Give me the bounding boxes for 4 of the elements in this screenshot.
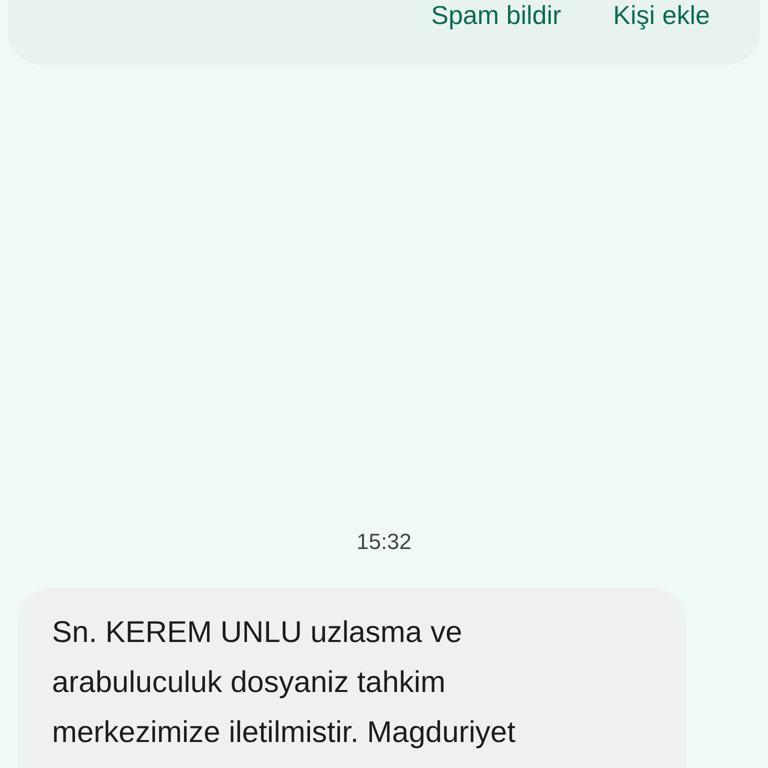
message-timestamp: 15:32 — [356, 528, 412, 556]
action-button[interactable]: Spam bildir — [425, 0, 568, 30]
message-text: Sn. KEREM UNLU uzlasma ve arabuluculuk dosyaniz tahkim merkezimize iletilmistir. Magduriyet — [52, 615, 516, 751]
action-button[interactable]: Kişi ekle — [607, 0, 716, 30]
